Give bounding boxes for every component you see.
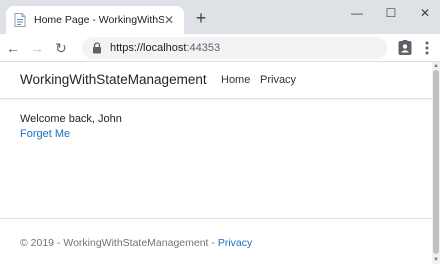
window-minimize-icon[interactable]: —	[346, 4, 368, 22]
profile-icon[interactable]	[398, 40, 412, 56]
lock-icon	[93, 42, 101, 54]
site-brand-link[interactable]: WorkingWithStateManagement	[20, 72, 207, 87]
footer-privacy-link[interactable]: Privacy	[218, 237, 252, 249]
site-footer: © 2019 - WorkingWithStateManagement - Pr…	[0, 218, 432, 264]
browser-tabstrip: Home Page - WorkingWithStateManagement ✕…	[0, 0, 440, 34]
forward-arrow-icon[interactable]: →	[27, 38, 47, 58]
nav-link-privacy[interactable]: Privacy	[260, 74, 296, 86]
reload-icon[interactable]: ↻	[51, 38, 71, 58]
kebab-menu-icon[interactable]	[424, 40, 430, 56]
welcome-message: Welcome back, John	[20, 113, 122, 125]
tab-close-icon[interactable]: ✕	[162, 13, 176, 27]
window-maximize-icon[interactable]: ☐	[380, 4, 402, 22]
scroll-down-arrow-icon[interactable]: ▼	[432, 256, 440, 264]
footer-copyright: © 2019 - WorkingWithStateManagement -	[20, 237, 218, 249]
window-close-icon[interactable]: ✕	[414, 4, 436, 22]
forget-me-link[interactable]: Forget Me	[20, 127, 122, 142]
new-tab-icon[interactable]: +	[192, 9, 210, 28]
back-arrow-icon[interactable]: ←	[3, 38, 23, 58]
main-content: Welcome back, John Forget Me	[20, 112, 122, 142]
scroll-up-arrow-icon[interactable]: ▲	[432, 62, 440, 70]
browser-tab-active[interactable]: Home Page - WorkingWithStateManagement ✕	[6, 6, 184, 34]
browser-tab-title: Home Page - WorkingWithStateManagement	[34, 14, 164, 26]
url-host: https://localhost	[110, 42, 187, 54]
page-favicon-icon	[14, 13, 26, 27]
nav-link-home[interactable]: Home	[221, 74, 250, 86]
address-url: https://localhost:44353	[110, 42, 220, 54]
address-bar[interactable]: https://localhost:44353	[82, 37, 387, 59]
url-port: :44353	[186, 42, 221, 54]
site-navbar: WorkingWithStateManagement Home Privacy	[0, 62, 432, 99]
page-scrollbar[interactable]: ▲ ▼	[432, 62, 440, 264]
browser-toolbar: ← → ↻ https://localhost:44353	[0, 34, 440, 62]
scrollbar-thumb[interactable]	[433, 70, 439, 254]
page-viewport: WorkingWithStateManagement Home Privacy …	[0, 62, 440, 264]
footer-text: © 2019 - WorkingWithStateManagement - Pr…	[20, 237, 252, 249]
